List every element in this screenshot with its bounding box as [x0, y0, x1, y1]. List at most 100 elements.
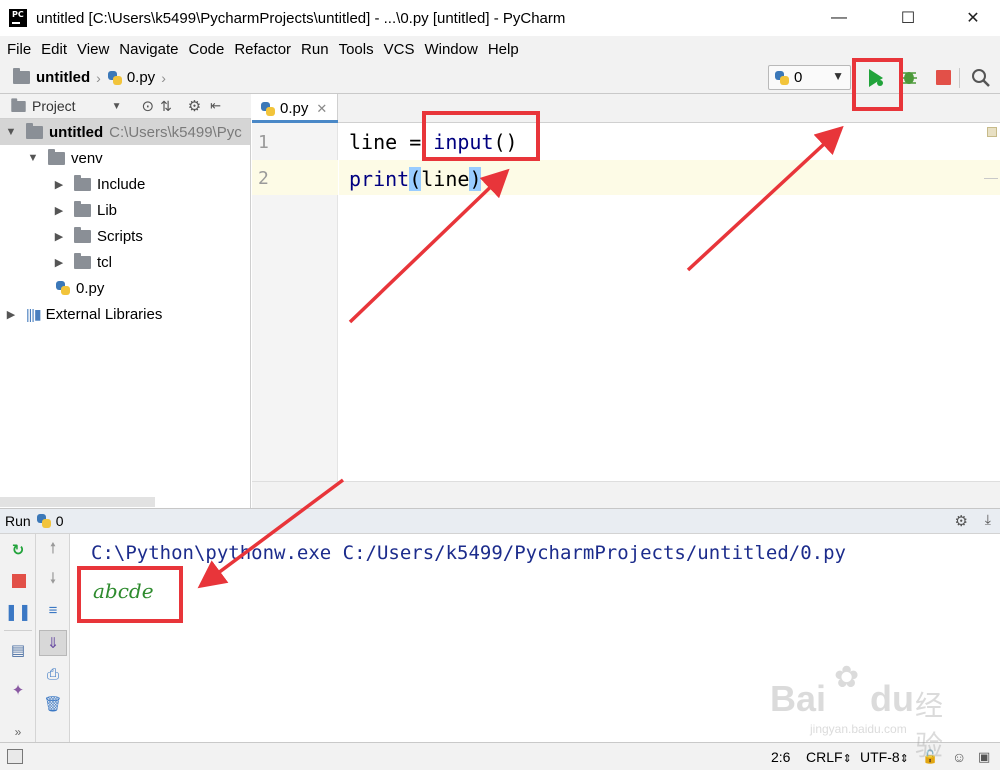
tab-0py[interactable]: 0.py ✕ [252, 94, 338, 123]
run-panel-header: Run 0 ⚙ ⤓ [0, 508, 1000, 534]
pause-icon[interactable]: ❚❚ [5, 602, 32, 622]
chevron-right-icon[interactable]: ▶ [52, 178, 66, 191]
run-panel-title: Run [5, 513, 31, 529]
menu-file[interactable]: File [2, 41, 36, 58]
chevron-right-icon[interactable]: ▶ [52, 230, 66, 243]
chevron-right-icon[interactable]: ▶ [4, 308, 18, 321]
chevron-down-icon: ▼ [832, 69, 844, 83]
annotation-box-output [77, 566, 183, 623]
menu-refactor[interactable]: Refactor [229, 41, 296, 58]
console-command-line: C:\Python\pythonw.exe C:/Users/k5499/Pyc… [91, 542, 846, 564]
menu-code[interactable]: Code [183, 41, 229, 58]
chevron-down-icon[interactable]: ▼ [4, 126, 18, 138]
code-token: ( [409, 167, 422, 191]
tree-item-label: Include [97, 175, 146, 193]
code-line-2[interactable]: print(line) [349, 167, 482, 191]
chevron-down-icon[interactable]: ▼ [112, 101, 122, 112]
breadcrumb: untitled › 0.py › [13, 68, 172, 86]
caret-position[interactable]: 2:6 [771, 749, 790, 765]
hide-panel-icon[interactable]: ⇤ [210, 98, 221, 114]
breadcrumb-file[interactable]: 0.py [127, 69, 155, 86]
minimize-button[interactable]: — [816, 0, 862, 36]
down-arrow-icon[interactable]: 🠗 [43, 570, 63, 590]
folder-icon [13, 68, 30, 84]
code-token: ) [469, 167, 482, 191]
search-icon[interactable] [970, 67, 992, 89]
tree-item-label: Scripts [97, 227, 143, 245]
pycharm-logo-icon: PC [9, 9, 27, 27]
menu-window[interactable]: Window [419, 41, 482, 58]
project-view-select[interactable]: Project [32, 98, 76, 114]
tree-item-untitled[interactable]: ▼ untitled C:\Users\k5499\Pyc [0, 119, 250, 145]
tree-item-external-libraries[interactable]: ▶ |||▮ External Libraries [4, 301, 163, 327]
gear-icon[interactable]: ⚙ [955, 512, 968, 530]
rerun-icon[interactable]: ↻ [8, 540, 28, 560]
menu-tools[interactable]: Tools [334, 41, 379, 58]
menu-run[interactable]: Run [296, 41, 334, 58]
watermark-url: jingyan.baidu.com [810, 722, 907, 736]
chevron-right-icon: › [96, 69, 101, 86]
maximize-button[interactable]: ☐ [885, 0, 931, 36]
menu-help[interactable]: Help [483, 41, 524, 58]
watermark-brand: du [870, 678, 914, 719]
code-editor[interactable]: 1 2 line = input() print(line) [252, 123, 1000, 508]
restore-layout-icon[interactable]: ▤ [8, 640, 28, 660]
window-title: untitled [C:\Users\k5499\PycharmProjects… [36, 9, 566, 27]
locate-icon[interactable]: ⊙ [141, 97, 154, 115]
code-token: print [349, 167, 410, 191]
file-encoding[interactable]: UTF-8⇕ [860, 749, 909, 765]
inspection-marker-icon[interactable] [987, 127, 997, 137]
annotation-box-run [852, 58, 903, 111]
tree-item-tcl[interactable]: ▶ tcl [52, 249, 112, 275]
code-token: line [349, 130, 398, 154]
annotation-box-input [422, 111, 540, 161]
print-icon[interactable]: ⎙ [43, 664, 63, 684]
menu-navigate[interactable]: Navigate [114, 41, 183, 58]
tree-item-label: tcl [97, 253, 112, 271]
folder-icon [74, 226, 91, 243]
breadcrumb-project[interactable]: untitled [36, 69, 90, 86]
collapse-all-icon[interactable]: ⇅ [160, 98, 172, 115]
line-separator[interactable]: CRLF⇕ [806, 749, 852, 765]
project-tree: ▼ untitled C:\Users\k5499\Pyc ▼ venv ▶ I… [0, 119, 251, 509]
tree-item-label: venv [71, 149, 103, 167]
horizontal-scrollbar[interactable] [0, 497, 155, 507]
stop-icon[interactable] [936, 70, 951, 85]
gear-icon[interactable]: ⚙ [188, 97, 201, 115]
code-token: line [421, 167, 470, 191]
menu-edit[interactable]: Edit [36, 41, 72, 58]
tree-item-include[interactable]: ▶ Include [52, 171, 145, 197]
notification-icon[interactable]: ▣ [978, 749, 990, 765]
tree-item-lib[interactable]: ▶ Lib [52, 197, 117, 223]
tree-item-0py[interactable]: 0.py [55, 275, 104, 301]
chevron-right-icon[interactable]: ▶ [52, 204, 66, 217]
stop-icon[interactable] [12, 574, 26, 588]
up-arrow-icon[interactable]: 🠕 [43, 540, 63, 560]
tool-windows-icon[interactable] [7, 749, 23, 764]
scroll-to-end-icon[interactable]: ⇓ [43, 633, 63, 653]
python-file-icon [55, 280, 71, 296]
chevron-down-icon[interactable]: ▼ [26, 152, 40, 164]
python-file-icon [260, 101, 276, 117]
more-icon[interactable]: » [8, 722, 28, 742]
close-button[interactable]: ✕ [950, 0, 996, 36]
folder-icon [26, 122, 43, 139]
horizontal-scrollbar[interactable] [252, 481, 1000, 508]
tree-item-venv[interactable]: ▼ venv [26, 145, 103, 171]
menu-view[interactable]: View [72, 41, 114, 58]
tree-item-scripts[interactable]: ▶ Scripts [52, 223, 143, 249]
trash-icon[interactable]: 🗑 [43, 694, 63, 714]
menu-bar: File Edit View Navigate Code Refactor Ru… [0, 36, 1000, 62]
close-tab-icon[interactable]: ✕ [316, 101, 327, 117]
chevron-right-icon[interactable]: ▶ [52, 256, 66, 269]
folder-icon [74, 200, 91, 217]
soft-wrap-icon[interactable]: ≡ [43, 600, 63, 620]
run-configuration-select[interactable]: 0 ▼ [768, 65, 851, 90]
tree-item-label: untitled [49, 123, 104, 141]
run-tab-name[interactable]: 0 [56, 513, 64, 529]
pin-icon[interactable]: ✦ [8, 680, 28, 700]
tree-item-label: External Libraries [45, 305, 163, 323]
console-toolbar: 🠕 🠗 ≡ ⇓ ⎙ 🗑 [36, 534, 70, 742]
hide-panel-icon[interactable]: ⤓ [985, 511, 991, 528]
menu-vcs[interactable]: VCS [379, 41, 420, 58]
